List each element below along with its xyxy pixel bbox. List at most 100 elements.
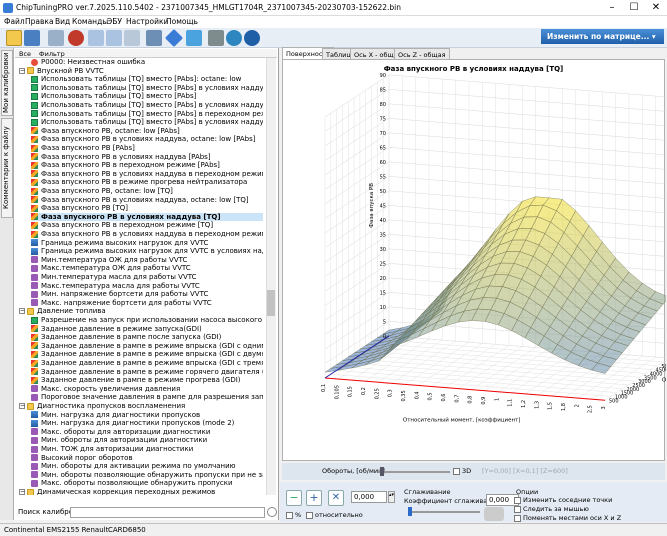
tree-item[interactable]: Макс. скорость увеличения давления [31,385,263,394]
tree-item[interactable]: Фаза впускного РВ в переходном режиме [P… [31,161,263,170]
multiply-button[interactable]: ✕ [328,490,344,506]
tree-item[interactable]: Фаза впускного РВ в условиях наддува в п… [31,230,263,239]
tree-item[interactable]: Макс.температура масла для работы VVTC [31,282,263,291]
tree-item[interactable]: Фаза впускного РВ в переходном режиме [T… [31,221,263,230]
tree-group[interactable]: − Давление топлива [19,307,263,316]
tree-item[interactable]: Использовать таблицы [TQ] вместо [PAbs] … [31,84,263,93]
tree-group[interactable]: − Диагностика пропусков воспламенения [19,402,263,411]
checkbox-3d[interactable] [453,468,460,475]
tree-item[interactable]: Фаза впускного РВ в условиях наддува, oc… [31,135,263,144]
tree-item[interactable]: Мин. нагрузка для диагностики пропусков … [31,419,263,428]
tree-item[interactable]: Граница режима высоких нагрузок для VVTC… [31,247,263,256]
tree-item[interactable]: Фаза впускного РВ в условиях наддува [TQ… [31,212,263,222]
tree-item[interactable]: Мин. обороты для авторизации диагностики [31,436,263,445]
tree-item[interactable]: Заданное давление в рампе после запуска … [31,333,263,342]
tab-axis-z[interactable]: Ось Z - общая [394,48,450,59]
tree-item[interactable]: Пороговое значение давления в рампе для … [31,393,263,402]
paste-icon[interactable] [106,30,122,46]
tree-item[interactable]: Заданное давление в рампе в режиме впрыс… [31,342,263,351]
value-input[interactable]: 0,000 [351,491,387,503]
tree-item[interactable]: Фаза впускного РВ в режиме прогрева нейт… [31,178,263,187]
tree-item[interactable]: Использовать таблицы [TQ] вместо [PAbs] … [31,101,263,110]
option-swap-axes-checkbox[interactable] [514,515,521,522]
tree-item[interactable]: Заданное давление в рампе в режиме впрыс… [31,350,263,359]
tree-item[interactable]: Использовать таблицы [TQ] вместо [PAbs] [31,92,263,101]
tree-item[interactable]: Фаза впускного РВ [TQ] [31,204,263,213]
tree-group[interactable]: − Динамическая коррекция переходных режим… [19,488,263,495]
help-icon[interactable] [244,30,260,46]
tree-item[interactable]: Заданное давление в режиме запуска(GDI) [31,325,263,334]
menu-view[interactable]: Вид [55,17,70,26]
tree-item[interactable]: Фаза впускного РВ [PAbs] [31,144,263,153]
smoothing-slider-handle[interactable] [408,507,412,516]
tree-item[interactable]: Макс. напряжение бортсети для работы VVT… [31,299,263,308]
side-tab-my-calibrations[interactable]: Мои калибровки [1,50,13,116]
option-neighbors-checkbox[interactable] [514,497,521,504]
tree-item[interactable]: Заданное давление в рампе в режиме прогр… [31,376,263,385]
tree-item[interactable]: Макс.температура ОЖ для работы VVTC [31,264,263,273]
menu-file[interactable]: Файл [4,17,25,26]
search-icon[interactable] [267,507,277,517]
tree-header-all[interactable]: Все [19,50,31,58]
tree-item[interactable]: Макс. обороты позволяющие обнаружить про… [31,479,263,488]
increase-button[interactable]: + [306,490,322,506]
print-icon[interactable] [48,30,64,46]
tree-item[interactable]: Заданное давление в рампе в режиме впрыс… [31,359,263,368]
collapse-icon[interactable]: − [19,403,25,409]
tree-item[interactable]: Фаза впускного РВ в условиях наддува, oc… [31,196,263,205]
open-icon[interactable] [6,30,22,46]
tree-item[interactable]: Мин. нагрузка для диагностики пропусков [31,411,263,420]
tree-item[interactable]: Фаза впускного РВ в условиях наддува в п… [31,170,263,179]
smooth-apply-icon[interactable] [484,507,504,521]
undo-icon[interactable] [124,30,140,46]
tree-scrollbar-thumb[interactable] [267,290,275,316]
collapse-icon[interactable]: − [19,308,25,315]
tree-item[interactable]: Фаза впускного РВ, octane: low [TQ] [31,187,263,196]
option-follow-mouse-checkbox[interactable] [514,506,521,513]
tree-item[interactable]: Мин. напряжение бортсети для работы VVTC [31,290,263,299]
collapse-icon[interactable]: − [19,67,25,74]
menu-commands[interactable]: Команды [72,17,108,26]
search-input[interactable] [70,507,265,518]
tree-group[interactable]: − Впускной РВ VVTC [19,67,263,76]
rpm-slider-handle[interactable] [380,467,384,476]
tree-item[interactable]: Высокий порог оборотов [31,454,263,463]
collapse-icon[interactable]: − [19,489,25,495]
surface-plot[interactable]: 0 5 10 15 20 25 30 35 40 45 50 55 60 65 70 75 80 85 90 0,1 0… [282,59,667,462]
tree-item[interactable]: Макс. обороты для авторизации диагностик… [31,428,263,437]
edit-by-matrix-button[interactable]: Изменить по матрице... ▾ [541,29,664,44]
tree-scrollbar[interactable] [266,58,276,495]
tree-item[interactable]: Использовать таблицы [TQ] вместо [PAbs] … [31,110,263,119]
tree-item[interactable]: Мин.температура масла для работы VVTC [31,273,263,282]
decrease-button[interactable]: − [286,490,302,506]
tree-item[interactable]: Мин. ТОЖ для авторизации диагностики [31,445,263,454]
minimize-icon[interactable]: – [601,1,623,15]
menu-help[interactable]: Помощь [166,17,198,26]
maximize-icon[interactable]: ☐ [623,1,645,15]
search-icon[interactable] [186,30,202,46]
smoothing-slider-track[interactable] [408,511,480,513]
menu-settings[interactable]: Настройки [126,17,168,26]
tree-header-filter[interactable]: Фильтр [39,50,65,58]
tree-item[interactable]: Мин.температура ОЖ для работы VVTC [31,256,263,265]
save-icon[interactable] [24,30,40,46]
surface-chart[interactable]: 0510152025303540455055606570758085900,1 0… [283,60,667,462]
relative-checkbox[interactable] [306,512,313,519]
menu-edit[interactable]: Правка [25,17,54,26]
copy-icon[interactable] [88,30,104,46]
tree-item[interactable]: Фаза впускного РВ, octane: low [PAbs] [31,127,263,136]
tree-item[interactable]: Мин. обороты позволяющие обнаружить проп… [31,471,263,480]
tree-item[interactable]: Граница режима высоких нагрузок для VVTC [31,239,263,248]
tree-item[interactable]: Разрешение на запуск при использовании н… [31,316,263,325]
menu-ecu[interactable]: ЭБУ [107,17,122,26]
globe-icon[interactable] [226,30,242,46]
value-stepper[interactable]: ▴▾ [388,491,395,503]
close-icon[interactable]: ✕ [645,1,667,15]
tree-item[interactable]: Использовать таблицы [TQ] вместо [PAbs]:… [31,75,263,84]
side-tab-file-comments[interactable]: Комментарии к файлу [1,118,13,218]
delete-icon[interactable] [68,30,84,46]
tree-item[interactable]: Р0000: Неизвестная ошибка [31,58,263,67]
tree-item[interactable]: Фаза впускного РВ в условиях наддува [PA… [31,153,263,162]
wrench-icon[interactable] [208,30,224,46]
tree-item[interactable]: Заданное давление в рампе в режиме горяч… [31,368,263,377]
